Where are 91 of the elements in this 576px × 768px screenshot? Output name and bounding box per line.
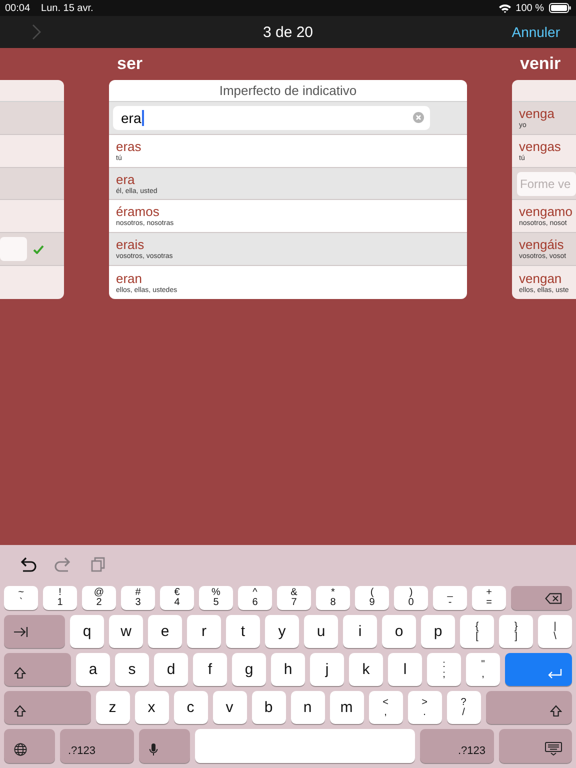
verb-heading: ser bbox=[117, 54, 143, 74]
shift-key[interactable] bbox=[4, 691, 90, 724]
tab-key[interactable] bbox=[4, 615, 65, 648]
symbol-key[interactable]: < , bbox=[368, 691, 402, 724]
letter-key[interactable]: i bbox=[343, 615, 377, 648]
symbol-key[interactable]: { [ bbox=[460, 615, 494, 648]
symbol-key[interactable]: ! 1 bbox=[43, 586, 77, 610]
letter-key[interactable]: s bbox=[115, 653, 149, 686]
keyboard-icon bbox=[545, 742, 562, 756]
shift-key[interactable] bbox=[486, 691, 572, 724]
letter-key[interactable]: c bbox=[174, 691, 208, 724]
shift-arrow-icon bbox=[14, 667, 26, 679]
letter-key[interactable]: p bbox=[421, 615, 455, 648]
symbol-key[interactable]: @ 2 bbox=[82, 586, 116, 610]
letter-key[interactable]: d bbox=[154, 653, 188, 686]
battery-icon bbox=[549, 3, 571, 13]
cancel-button[interactable]: Annuler bbox=[512, 24, 560, 40]
return-key[interactable] bbox=[505, 653, 572, 686]
letter-key[interactable]: z bbox=[96, 691, 130, 724]
verb-form: éramos bbox=[116, 204, 160, 220]
microphone-icon bbox=[148, 743, 158, 756]
letter-key[interactable]: r bbox=[187, 615, 221, 648]
return-arrow-icon bbox=[547, 669, 562, 679]
verb-form: vengáis bbox=[519, 237, 565, 252]
letter-key[interactable]: n bbox=[290, 691, 324, 724]
conjugation-row bbox=[0, 102, 64, 135]
clear-icon[interactable] bbox=[413, 112, 424, 124]
backspace-icon bbox=[545, 592, 562, 604]
verb-form: eras bbox=[116, 138, 142, 154]
symbol-key[interactable]: ) 0 bbox=[394, 586, 428, 610]
letter-key[interactable]: t bbox=[226, 615, 260, 648]
symbol-key[interactable]: ? / bbox=[446, 691, 480, 724]
globe-key[interactable] bbox=[4, 729, 55, 763]
symbol-key[interactable]: > . bbox=[408, 691, 442, 724]
verb-form: vengan bbox=[519, 270, 563, 286]
letter-key[interactable]: q bbox=[70, 615, 104, 648]
letter-key[interactable]: y bbox=[265, 615, 299, 648]
nav-title: 3 de 20 bbox=[262, 24, 314, 40]
microphone-key[interactable] bbox=[138, 729, 190, 763]
symbol-key[interactable]: # 3 bbox=[121, 586, 155, 610]
search-field[interactable]: era bbox=[113, 106, 430, 130]
mode-key[interactable]: .?123 bbox=[420, 729, 494, 763]
symbol-key[interactable]: & 7 bbox=[277, 586, 311, 610]
letter-key[interactable]: b bbox=[252, 691, 286, 724]
conjugation-row bbox=[0, 168, 64, 200]
verb-heading: venir bbox=[520, 54, 561, 74]
letter-key[interactable]: v bbox=[212, 691, 246, 724]
letter-key[interactable]: j bbox=[310, 653, 344, 686]
tab-arrow-icon bbox=[14, 626, 28, 636]
wifi-icon bbox=[498, 4, 511, 12]
globe-icon bbox=[14, 743, 27, 756]
shift-arrow-icon bbox=[550, 705, 562, 717]
symbol-key[interactable]: ^ 6 bbox=[238, 586, 272, 610]
letter-key[interactable]: g bbox=[232, 653, 266, 686]
symbol-key[interactable]: % 5 bbox=[199, 586, 233, 610]
symbol-key[interactable]: _ - bbox=[433, 586, 467, 610]
shift-arrow-icon bbox=[14, 705, 26, 717]
symbol-key[interactable]: ~ ` bbox=[4, 586, 38, 610]
verb-form: vengas bbox=[519, 138, 562, 154]
verb-form: venga bbox=[519, 106, 556, 121]
letter-key[interactable]: e bbox=[148, 615, 182, 648]
letter-key[interactable]: l bbox=[388, 653, 422, 686]
symbol-key[interactable]: + = bbox=[472, 586, 506, 610]
verb-form: era bbox=[116, 172, 136, 187]
letter-key[interactable]: h bbox=[271, 653, 305, 686]
undo-icon[interactable] bbox=[19, 556, 37, 572]
status-date: Lun. 15 avr. bbox=[41, 2, 94, 14]
mode-key[interactable]: .?123 bbox=[60, 729, 134, 763]
verb-form: eran bbox=[116, 270, 144, 286]
letter-key[interactable]: a bbox=[76, 653, 110, 686]
status-time: 00:04 bbox=[5, 2, 30, 14]
letter-key[interactable]: f bbox=[193, 653, 227, 686]
tense-title: Imperfecto de indicativo bbox=[219, 82, 357, 98]
shift-key[interactable] bbox=[4, 653, 71, 686]
battery-percent: 100 % bbox=[516, 2, 544, 14]
letter-key[interactable]: w bbox=[109, 615, 143, 648]
verb-form: erais bbox=[116, 237, 146, 252]
symbol-key[interactable]: * 8 bbox=[316, 586, 350, 610]
symbol-key[interactable]: } ] bbox=[499, 615, 533, 648]
hide-keyboard-key[interactable] bbox=[498, 729, 572, 763]
symbol-key[interactable]: ( 9 bbox=[355, 586, 389, 610]
letter-key[interactable]: m bbox=[330, 691, 364, 724]
symbol-key[interactable]: € 4 bbox=[160, 586, 194, 610]
letter-key[interactable]: u bbox=[304, 615, 338, 648]
symbol-key[interactable]: : ; bbox=[427, 653, 461, 686]
symbol-key[interactable]: | \ bbox=[538, 615, 572, 648]
letter-key[interactable]: x bbox=[134, 691, 168, 724]
letter-key[interactable]: o bbox=[382, 615, 416, 648]
symbol-key[interactable]: " , bbox=[466, 653, 500, 686]
backspace-key[interactable] bbox=[511, 586, 572, 610]
letter-key[interactable]: k bbox=[349, 653, 383, 686]
